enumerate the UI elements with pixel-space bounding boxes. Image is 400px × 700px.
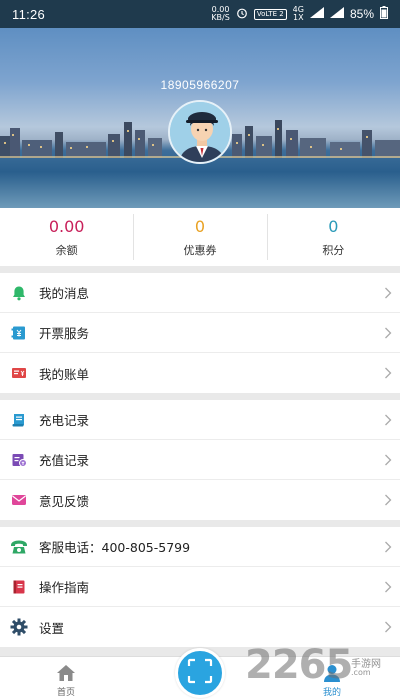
menu-item-settings[interactable]: 设置 [0, 607, 400, 647]
charging-record-icon [10, 411, 28, 429]
chevron-right-icon [376, 527, 400, 567]
chevron-right-icon [376, 607, 400, 647]
tab-home-label: 首页 [56, 688, 75, 698]
chevron-right-icon [376, 440, 400, 480]
signal-icon [309, 7, 324, 21]
menu-item-label: 充电记录 [39, 413, 90, 428]
menu-item-messages[interactable]: 我的消息 [0, 273, 400, 313]
status-icons: 0.00 KB/S VoLTE 2 4G 1X 85% [211, 6, 388, 22]
menu-item-label: 开票服务 [39, 326, 90, 341]
chevron-right-icon [376, 480, 400, 520]
tab-home[interactable]: 首页 [36, 657, 96, 700]
alarm-icon [236, 7, 248, 22]
stat-points-value: 0 [328, 216, 339, 236]
menu-item-label: 意见反馈 [39, 493, 90, 509]
stat-coupons[interactable]: 0 优惠券 [133, 208, 266, 266]
menu-item-label: 设置 [39, 620, 65, 636]
guide-book-icon [10, 578, 28, 596]
bell-icon [10, 284, 28, 302]
gear-icon [10, 618, 28, 636]
chevron-right-icon [376, 273, 400, 313]
scan-button[interactable] [175, 648, 225, 698]
recharge-record-icon [10, 451, 28, 469]
menu-item-label: 客服电话：400-805-5799 [39, 540, 191, 555]
menu-item-bill[interactable]: 我的账单 [0, 353, 400, 393]
network-type: 4G 1X [293, 6, 304, 22]
menu-item-label: 充值记录 [39, 453, 90, 468]
menu-item-invoice[interactable]: 开票服务 [0, 313, 400, 353]
menu-item-customer-service[interactable]: 客服电话：400-805-5799 [0, 527, 400, 567]
menu-item-label: 我的账单 [39, 366, 90, 382]
home-icon [56, 664, 76, 685]
battery-icon [380, 6, 388, 22]
chevron-right-icon [376, 400, 400, 440]
menu-item-guide[interactable]: 操作指南 [0, 567, 400, 607]
user-phone-number: 18905966207 [160, 78, 240, 92]
menu-group-records: 充电记录 充值记录 意见反馈 [0, 400, 400, 520]
chevron-right-icon [376, 313, 400, 353]
volte-badge: VoLTE 2 [253, 8, 287, 20]
chevron-right-icon [376, 353, 400, 393]
network-speed: 0.00 KB/S [211, 6, 230, 22]
phone-icon [10, 538, 28, 556]
watermark-logo-number: 2265 [245, 642, 353, 688]
bill-icon [10, 364, 28, 382]
invoice-icon [10, 324, 28, 342]
menu-item-charging-records[interactable]: 充电记录 [0, 400, 400, 440]
stat-balance[interactable]: 0.00 余额 [0, 208, 133, 266]
network-type-sub: 1X [293, 13, 304, 22]
stat-points[interactable]: 0 积分 [266, 208, 400, 266]
menu-item-recharge-records[interactable]: 充值记录 [0, 440, 400, 480]
feedback-icon [10, 491, 28, 509]
stat-coupons-value: 0 [194, 216, 206, 236]
account-stats: 0.00 余额 0 优惠券 0 积分 [0, 208, 400, 266]
stat-balance-value: 0.00 [48, 216, 85, 236]
menu-item-label: 我的消息 [39, 286, 90, 301]
signal-icon-2 [329, 7, 344, 21]
menu-group-account: 我的消息 开票服务 我的账单 [0, 273, 400, 393]
watermark-site-url: .com [351, 668, 371, 677]
scan-icon [187, 658, 213, 688]
menu-item-label: 操作指南 [39, 580, 90, 595]
stat-balance-label: 余额 [55, 243, 78, 257]
profile-header: 18905966207 [0, 28, 400, 208]
status-time: 11:26 [12, 6, 46, 22]
network-speed-unit: KB/S [211, 13, 230, 22]
stat-points-label: 积分 [322, 243, 345, 257]
chevron-right-icon [376, 567, 400, 607]
menu-item-feedback[interactable]: 意见反馈 [0, 480, 400, 520]
avatar[interactable] [168, 100, 232, 164]
menu-group-support: 客服电话：400-805-5799 操作指南 设置 [0, 527, 400, 647]
battery-percent: 85% [349, 7, 374, 21]
stat-coupons-label: 优惠券 [183, 243, 217, 257]
status-bar: 11:26 0.00 KB/S VoLTE 2 4G 1X 85% [0, 0, 400, 28]
